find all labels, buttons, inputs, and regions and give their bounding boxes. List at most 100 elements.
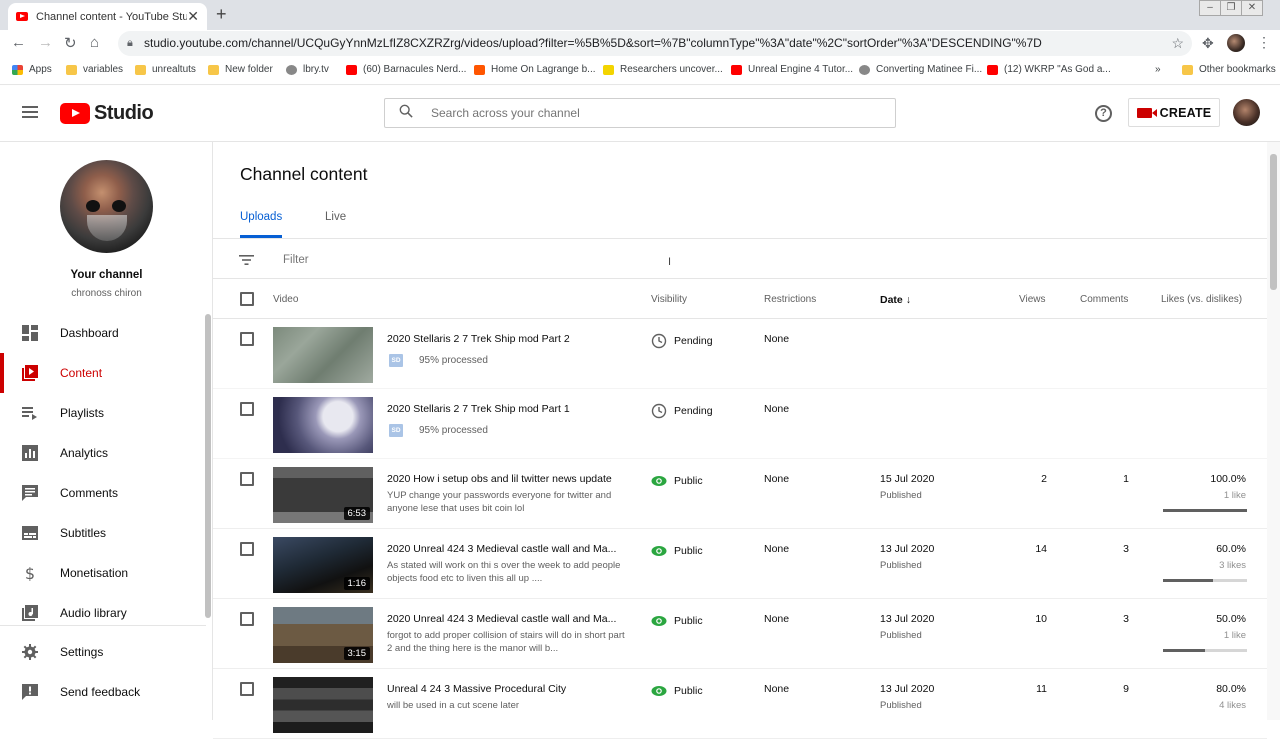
bookmark-star-icon[interactable]: ☆ (1171, 31, 1184, 56)
visibility-selector[interactable]: Public (651, 543, 703, 559)
table-row[interactable]: 2020 Stellaris 2 7 Trek Ship mod Part 1 S… (213, 389, 1267, 459)
video-thumbnail[interactable] (273, 677, 373, 733)
create-button[interactable]: CREATE (1128, 98, 1220, 127)
restrictions-value: None (764, 613, 790, 625)
sidebar-item-dashboard[interactable]: Dashboard (0, 313, 206, 353)
forward-arrow-icon[interactable]: → (38, 34, 53, 51)
browser-tabstrip: Channel content - YouTube Studio ✕ + – ❐… (0, 0, 1280, 30)
home-icon[interactable]: ⌂ (90, 34, 99, 51)
column-header-likes: Likes (vs. dislikes) (1161, 294, 1243, 305)
browser-tab[interactable]: Channel content - YouTube Studio ✕ (8, 3, 207, 30)
sidebar-item-playlists[interactable]: Playlists (0, 393, 206, 433)
bookmark-item[interactable]: (12) WKRP "As God a... (987, 64, 1111, 75)
video-title[interactable]: 2020 Unreal 424 3 Medieval castle wall a… (387, 613, 627, 625)
table-row[interactable]: 3:15 2020 Unreal 424 3 Medieval castle wa… (213, 599, 1267, 669)
row-checkbox[interactable] (240, 612, 254, 626)
browser-menu-icon[interactable]: ⋮ (1257, 34, 1271, 51)
other-bookmarks[interactable]: Other bookmarks (1182, 64, 1276, 75)
table-row[interactable]: Unreal 4 24 3 Massive Procedural City wil… (213, 669, 1267, 739)
sidebar-scrollbar[interactable] (205, 314, 211, 618)
bookmark-item[interactable]: Researchers uncover... (603, 64, 723, 75)
browser-profile-avatar[interactable] (1227, 34, 1245, 52)
column-header-comments: Comments (1080, 294, 1129, 305)
visibility-selector[interactable]: Pending (651, 403, 713, 419)
upload-date: 13 Jul 2020 (880, 613, 935, 625)
video-description: forgot to add proper collision of stairs… (387, 630, 625, 654)
studio-logo[interactable]: Studio (60, 102, 154, 125)
channel-name: chronoss chiron (71, 288, 142, 299)
close-tab-icon[interactable]: ✕ (187, 8, 199, 25)
folder-icon (66, 64, 77, 75)
column-header-date[interactable]: Date ↓ (880, 294, 911, 306)
bookmark-item[interactable]: Unreal Engine 4 Tutor... (731, 64, 853, 75)
sidebar-item-send-feedback[interactable]: Send feedback (0, 672, 206, 712)
hamburger-menu-icon[interactable] (22, 106, 38, 118)
restore-window-icon[interactable]: ❐ (1220, 0, 1242, 16)
address-bar[interactable]: 🔒︎ studio.youtube.com/channel/UCQuGyYnnM… (118, 31, 1192, 56)
sidebar-item-label: Dashboard (60, 326, 119, 340)
visibility-selector[interactable]: Public (651, 683, 703, 699)
filter-input[interactable] (283, 249, 883, 271)
video-thumbnail[interactable]: 3:15 (273, 607, 373, 663)
bookmark-item[interactable]: (60) Barnacules Nerd... (346, 64, 466, 75)
visibility-selector[interactable]: Public (651, 473, 703, 489)
search-input[interactable] (431, 99, 871, 127)
video-title[interactable]: Unreal 4 24 3 Massive Procedural City (387, 683, 627, 695)
views-count: 14 (1035, 543, 1047, 555)
dollar-icon: $ (22, 564, 38, 583)
bookmark-item[interactable]: Home On Lagrange b... (474, 64, 596, 75)
site-favicon-icon (859, 64, 870, 75)
table-row[interactable]: 6:53 2020 How i setup obs and lil twitter… (213, 459, 1267, 529)
filter-icon[interactable] (239, 255, 254, 265)
sidebar-item-subtitles[interactable]: Subtitles (0, 513, 206, 553)
sidebar-item-monetisation[interactable]: $ Monetisation (0, 553, 206, 593)
like-ratio-fill (1163, 579, 1214, 582)
video-title[interactable]: 2020 How i setup obs and lil twitter new… (387, 473, 627, 485)
account-avatar[interactable] (1233, 99, 1260, 126)
video-title[interactable]: 2020 Stellaris 2 7 Trek Ship mod Part 2 (387, 333, 627, 345)
bookmark-item[interactable]: variables (66, 64, 123, 75)
tab-uploads[interactable]: Uploads (240, 211, 282, 223)
table-row[interactable]: 2020 Stellaris 2 7 Trek Ship mod Part 2 S… (213, 319, 1267, 389)
channel-avatar[interactable] (60, 160, 153, 253)
bookmark-item[interactable]: lbry.tv (286, 64, 329, 75)
bookmark-item[interactable]: unrealtuts (135, 64, 196, 75)
bookmarks-overflow-icon[interactable]: » (1155, 64, 1161, 75)
page-scrollbar-thumb[interactable] (1270, 154, 1277, 290)
bookmark-item[interactable]: Converting Matinee Fi... (859, 64, 982, 75)
search-icon (399, 104, 413, 118)
reload-icon[interactable]: ↻ (64, 34, 77, 52)
bookmark-item[interactable]: New folder (208, 64, 273, 75)
video-title[interactable]: 2020 Stellaris 2 7 Trek Ship mod Part 1 (387, 403, 627, 415)
sidebar-item-audio-library[interactable]: Audio library (0, 593, 206, 633)
video-title[interactable]: 2020 Unreal 424 3 Medieval castle wall a… (387, 543, 627, 555)
address-bar-url: studio.youtube.com/channel/UCQuGyYnnMzLf… (144, 36, 1042, 50)
bookmark-item[interactable]: Apps (12, 64, 52, 75)
help-icon[interactable]: ? (1095, 105, 1112, 122)
row-checkbox[interactable] (240, 472, 254, 486)
sidebar-item-analytics[interactable]: Analytics (0, 433, 206, 473)
video-thumbnail[interactable] (273, 327, 373, 383)
visibility-selector[interactable]: Public (651, 613, 703, 629)
sidebar-item-settings[interactable]: Settings (0, 632, 206, 672)
video-thumbnail[interactable]: 6:53 (273, 467, 373, 523)
restrictions-value: None (764, 403, 790, 415)
visibility-selector[interactable]: Pending (651, 333, 713, 349)
extensions-puzzle-icon[interactable]: ✥ (1202, 35, 1214, 52)
close-window-icon[interactable]: ✕ (1241, 0, 1263, 16)
tab-live[interactable]: Live (325, 211, 346, 223)
new-tab-icon[interactable]: + (216, 4, 227, 25)
video-thumbnail[interactable] (273, 397, 373, 453)
sidebar-item-content[interactable]: Content (0, 353, 206, 393)
back-arrow-icon[interactable]: ← (11, 34, 26, 51)
row-checkbox[interactable] (240, 332, 254, 346)
row-checkbox[interactable] (240, 402, 254, 416)
select-all-checkbox[interactable] (240, 292, 254, 306)
sidebar-item-comments[interactable]: Comments (0, 473, 206, 513)
minimize-window-icon[interactable]: – (1199, 0, 1221, 16)
video-thumbnail[interactable]: 1:16 (273, 537, 373, 593)
row-checkbox[interactable] (240, 682, 254, 696)
row-checkbox[interactable] (240, 542, 254, 556)
page-scrollbar[interactable] (1267, 142, 1280, 720)
table-row[interactable]: 1:16 2020 Unreal 424 3 Medieval castle wa… (213, 529, 1267, 599)
